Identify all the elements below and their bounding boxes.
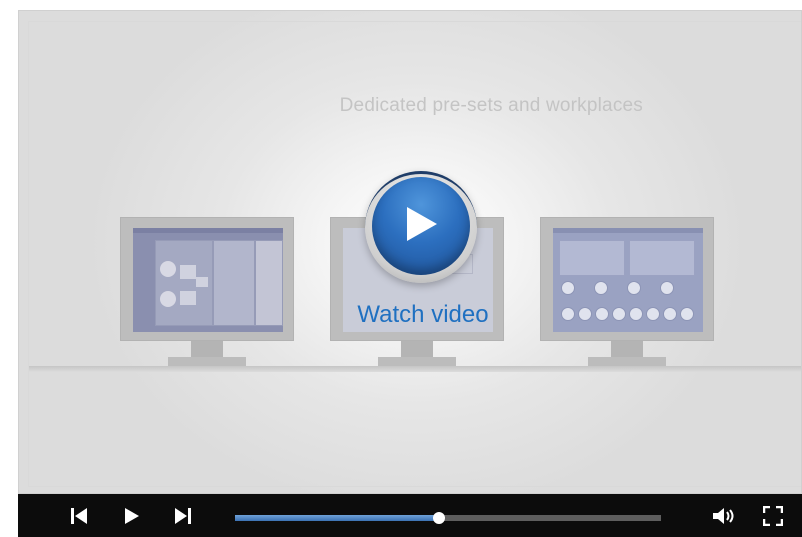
monitor-screen (553, 228, 703, 332)
seek-progress-fill (235, 515, 440, 521)
monitor-bezel (540, 217, 714, 341)
skip-next-icon (175, 507, 191, 524)
play-pause-button[interactable] (117, 494, 145, 537)
seek-bar[interactable] (235, 512, 661, 524)
monitor-neck (401, 341, 433, 357)
play-icon (407, 207, 437, 241)
volume-button[interactable] (708, 494, 742, 537)
volume-icon (713, 507, 734, 524)
monitor-foot (378, 357, 456, 366)
fullscreen-button[interactable] (759, 494, 787, 537)
video-stage[interactable]: Dedicated pre-sets and workplaces Watch … (18, 10, 802, 494)
monitor-bezel (120, 217, 294, 341)
monitor-neck (191, 341, 223, 357)
monitor-left-illustration (120, 217, 294, 369)
control-bar (18, 494, 802, 537)
monitor-foot (588, 357, 666, 366)
monitor-screen (133, 228, 283, 332)
seek-handle[interactable] (433, 512, 446, 524)
play-icon (125, 507, 139, 524)
skip-next-button[interactable] (169, 494, 197, 537)
monitor-neck (611, 341, 643, 357)
video-scene-title: Dedicated pre-sets and workplaces (339, 95, 643, 116)
video-player: Dedicated pre-sets and workplaces Watch … (18, 10, 802, 537)
desk-line (29, 366, 801, 372)
watch-video-link[interactable]: Watch video (343, 301, 503, 329)
skip-previous-icon (71, 507, 87, 524)
big-play-button[interactable] (365, 171, 477, 283)
fullscreen-icon (763, 505, 783, 526)
monitor-foot (168, 357, 246, 366)
skip-previous-button[interactable] (65, 494, 93, 537)
monitor-right-illustration (540, 217, 714, 369)
